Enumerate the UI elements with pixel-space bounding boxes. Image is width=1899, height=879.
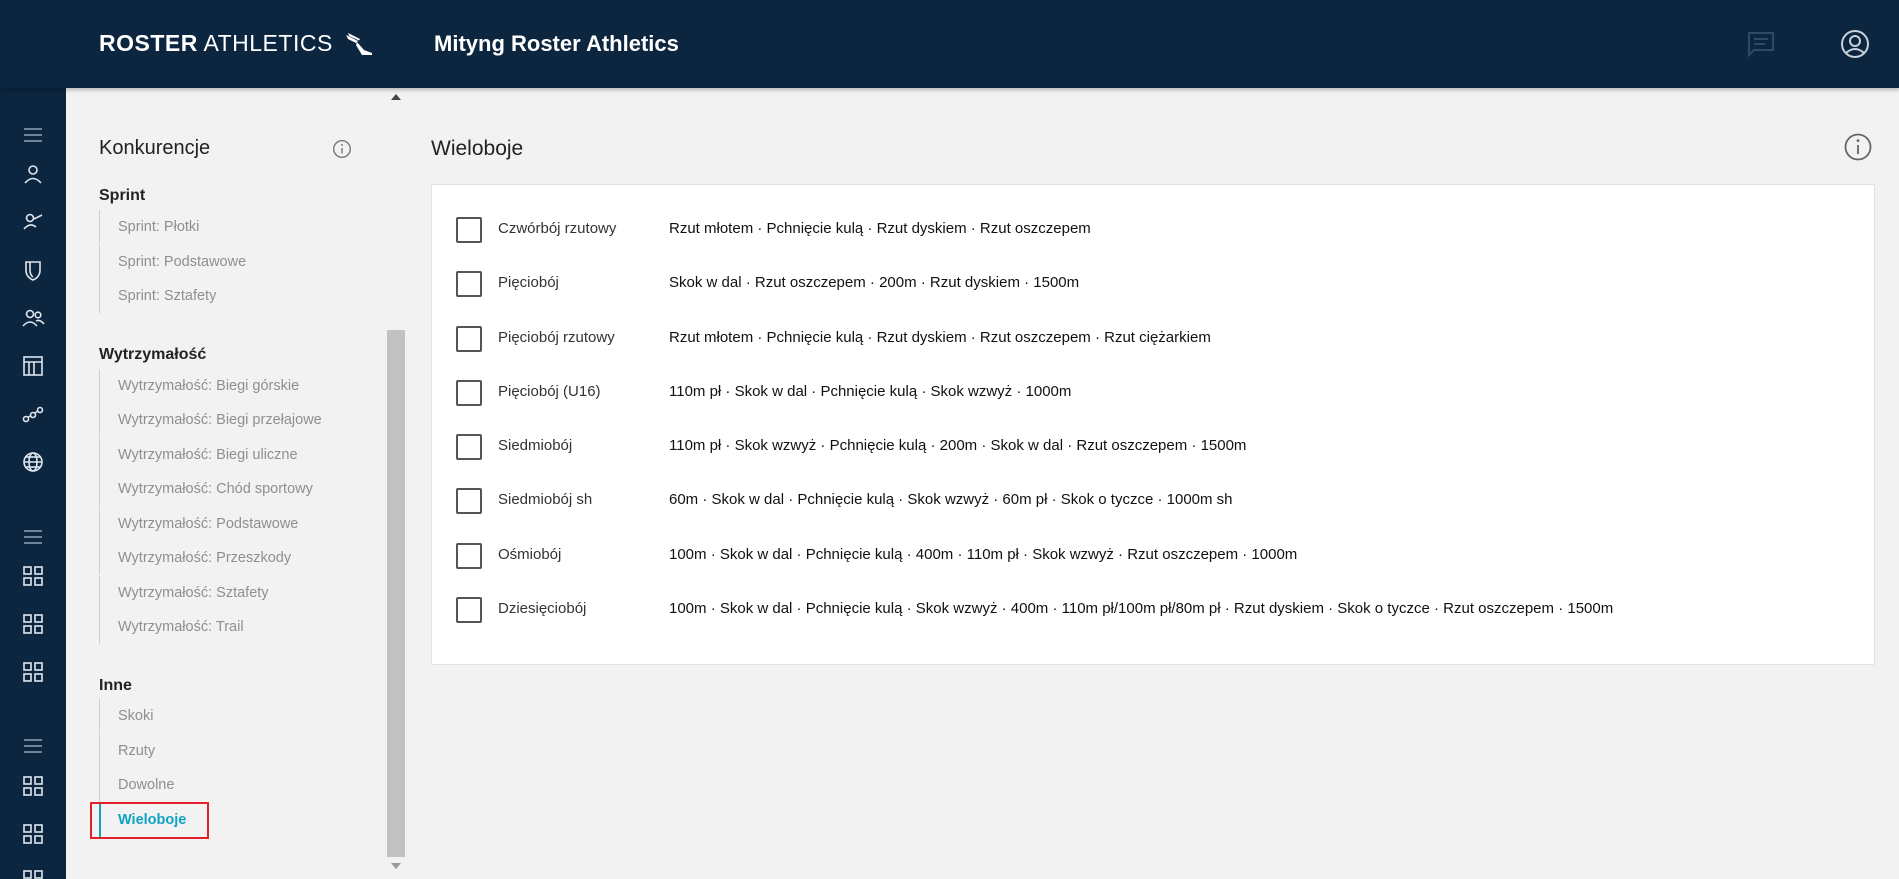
group-icon[interactable]	[21, 306, 45, 330]
selection-highlight	[90, 802, 209, 839]
group-wytrzymalosc: Wytrzymałość	[99, 346, 207, 363]
checkbox[interactable]	[456, 380, 482, 406]
menu-icon[interactable]	[21, 734, 45, 758]
brand-bold: ROSTER	[99, 30, 198, 56]
event-name: Siedmiobój	[498, 437, 573, 454]
list-item: Ośmiobój 100m · Skok w dal · Pchnięcie k…	[432, 529, 1874, 583]
checkbox[interactable]	[456, 543, 482, 569]
group-inne: Inne	[99, 677, 132, 694]
sidebar-item-sprint-podstawowe[interactable]: Sprint: Podstawowe	[99, 245, 349, 279]
list-item: Czwórbój rzutowy Rzut młotem · Pchnięcie…	[432, 203, 1874, 257]
checkbox[interactable]	[456, 217, 482, 243]
sidebar-item-rzuty[interactable]: Rzuty	[99, 734, 349, 768]
page-title: Wieloboje	[431, 137, 524, 160]
sidebar-item-chod-sportowy[interactable]: Wytrzymałość: Chód sportowy	[99, 472, 349, 506]
checkbox[interactable]	[456, 271, 482, 297]
event-components: 60m · Skok w dal · Pchnięcie kulą · Skok…	[669, 491, 1233, 508]
winged-shoe-icon	[344, 31, 374, 63]
sidebar-item-wytrzymalosc-podstawowe[interactable]: Wytrzymałość: Podstawowe	[99, 507, 349, 541]
grid-icon[interactable]	[21, 564, 45, 588]
coach-icon[interactable]	[21, 210, 45, 234]
event-components: 110m pł · Skok w dal · Pchnięcie kulą · …	[669, 383, 1072, 400]
list-item: Pięciobój rzutowy Rzut młotem · Pchnięci…	[432, 312, 1874, 366]
grid-icon[interactable]	[21, 612, 45, 636]
group-sprint: Sprint	[99, 187, 146, 204]
menu-icon[interactable]	[21, 525, 45, 549]
event-name: Pięciobój	[498, 274, 559, 291]
checkbox[interactable]	[456, 488, 482, 514]
checkbox[interactable]	[456, 434, 482, 460]
list-item: Pięciobój (U16) 110m pł · Skok w dal · P…	[432, 366, 1874, 420]
event-components: Rzut młotem · Pchnięcie kulą · Rzut dysk…	[669, 220, 1091, 237]
brand-light: ATHLETICS	[203, 30, 333, 56]
list-item: Siedmiobój sh 60m · Skok w dal · Pchnięc…	[432, 474, 1874, 528]
sidebar-item-wytrzymalosc-sztafety[interactable]: Wytrzymałość: Sztafety	[99, 576, 349, 610]
event-name: Pięciobój (U16)	[498, 383, 601, 400]
sidebar-item-biegi-przelajowe[interactable]: Wytrzymałość: Biegi przełajowe	[99, 403, 349, 437]
chat-icon[interactable]	[1745, 28, 1777, 60]
globe-icon[interactable]	[21, 450, 45, 474]
event-name: Ośmiobój	[498, 546, 562, 563]
account-icon[interactable]	[1839, 28, 1871, 60]
event-components: Rzut młotem · Pchnięcie kulą · Rzut dysk…	[669, 329, 1211, 346]
grid-icon[interactable]	[21, 774, 45, 798]
list-item: Dziesięciobój 100m · Skok w dal · Pchnię…	[432, 583, 1874, 637]
event-components: 100m · Skok w dal · Pchnięcie kulą · 400…	[669, 546, 1298, 563]
sidebar-item-biegi-gorskie[interactable]: Wytrzymałość: Biegi górskie	[99, 369, 349, 403]
event-components: Skok w dal · Rzut oszczepem · 200m · Rzu…	[669, 274, 1080, 291]
checkbox[interactable]	[456, 326, 482, 352]
top-header: ROSTER ATHLETICS Mityng Roster Athletics	[0, 0, 1899, 88]
competition-sidebar: Konkurencje Sprint Sprint: Płotki Sprint…	[66, 88, 386, 879]
scroll-down-arrow-icon[interactable]	[391, 863, 401, 869]
person-icon[interactable]	[21, 162, 45, 186]
menu-icon[interactable]	[21, 123, 45, 147]
list-item: Pięciobój Skok w dal · Rzut oszczepem · …	[432, 257, 1874, 311]
brand-logo[interactable]: ROSTER ATHLETICS	[99, 30, 374, 63]
sidebar-item-skoki[interactable]: Skoki	[99, 699, 349, 733]
sidebar-item-przeszkody[interactable]: Wytrzymałość: Przeszkody	[99, 541, 349, 575]
scrollbar-thumb[interactable]	[387, 330, 405, 857]
sidebar-item-sprint-sztafety[interactable]: Sprint: Sztafety	[99, 279, 349, 313]
calendar-icon[interactable]	[21, 354, 45, 378]
info-icon[interactable]	[332, 139, 352, 159]
list-item: Siedmiobój 110m pł · Skok wzwyż · Pchnię…	[432, 420, 1874, 474]
checkbox[interactable]	[456, 597, 482, 623]
event-components: 110m pł · Skok wzwyż · Pchnięcie kulą · …	[669, 437, 1247, 454]
info-icon[interactable]	[1843, 132, 1873, 162]
event-name: Siedmiobój sh	[498, 491, 593, 508]
app-title: Mityng Roster Athletics	[434, 31, 679, 56]
grid-icon[interactable]	[21, 868, 45, 879]
sidebar-item-sprint-plotki[interactable]: Sprint: Płotki	[99, 210, 349, 244]
event-name: Czwórbój rzutowy	[498, 220, 617, 237]
icon-rail	[0, 88, 66, 879]
sidebar-item-trail[interactable]: Wytrzymałość: Trail	[99, 610, 349, 644]
grid-icon[interactable]	[21, 822, 45, 846]
shield-icon[interactable]	[21, 258, 45, 282]
grid-icon[interactable]	[21, 660, 45, 684]
sidebar-item-dowolne[interactable]: Dowolne	[99, 768, 349, 802]
event-name: Dziesięciobój	[498, 600, 587, 617]
sidebar-title: Konkurencje	[99, 137, 211, 159]
event-components: 100m · Skok w dal · Pchnięcie kulą · Sko…	[669, 600, 1614, 617]
scroll-up-arrow-icon[interactable]	[391, 94, 401, 100]
combined-events-list: Czwórbój rzutowy Rzut młotem · Pchnięcie…	[431, 184, 1875, 665]
event-name: Pięciobój rzutowy	[498, 329, 615, 346]
relay-icon[interactable]	[21, 402, 45, 426]
sidebar-item-biegi-uliczne[interactable]: Wytrzymałość: Biegi uliczne	[99, 438, 349, 472]
